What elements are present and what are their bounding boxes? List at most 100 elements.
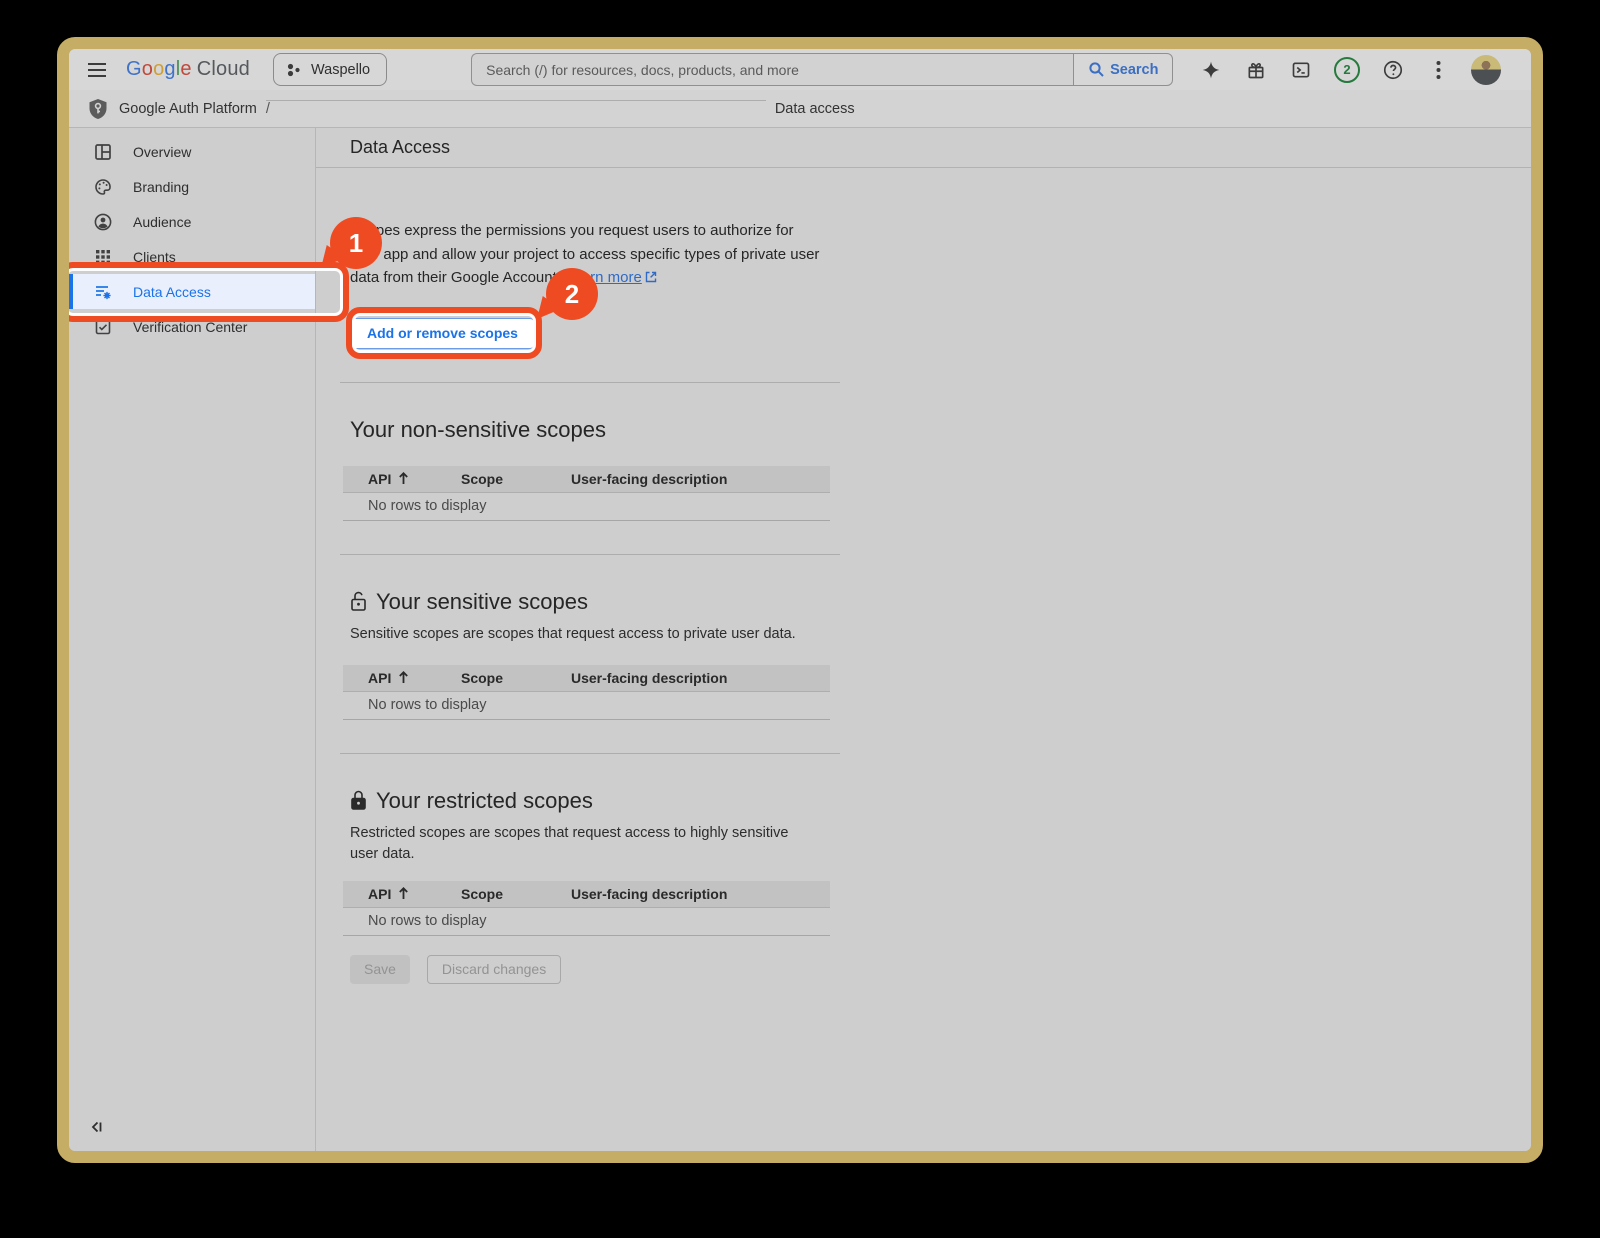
sort-arrow-icon <box>398 887 409 900</box>
cloud-shell-icon[interactable] <box>1289 58 1313 82</box>
logo-letter: o <box>153 58 164 81</box>
main-content: Data Access Scopes express the permissio… <box>316 128 1531 1151</box>
avatar[interactable] <box>1471 55 1501 85</box>
topbar-icons: 2 <box>1199 55 1501 85</box>
column-api[interactable]: API <box>343 471 461 487</box>
search-icon <box>1088 61 1105 78</box>
sidebar-item-label: Data Access <box>133 284 211 300</box>
overview-icon <box>93 143 113 161</box>
column-api[interactable]: API <box>343 886 461 902</box>
gemini-sparkle-icon[interactable] <box>1199 58 1223 82</box>
active-sessions-badge[interactable]: 2 <box>1334 57 1360 83</box>
section-title: Your restricted scopes <box>350 788 1531 814</box>
sort-arrow-icon <box>398 671 409 684</box>
sidebar-item-data-access[interactable]: Data Access <box>69 274 315 309</box>
sidebar-item-verification-center[interactable]: Verification Center <box>69 309 315 344</box>
lock-icon <box>350 790 367 811</box>
sidebar-item-label: Branding <box>133 179 189 195</box>
column-scope[interactable]: Scope <box>461 471 571 487</box>
table-header: API Scope User-facing description <box>343 466 830 493</box>
gift-icon[interactable] <box>1244 58 1268 82</box>
section-title-text: Your sensitive scopes <box>376 589 588 615</box>
sidebar-item-clients[interactable]: Clients <box>69 239 315 274</box>
screenshot-background: Google Cloud Waspello <box>0 0 1600 1238</box>
section-title-text: Your non-sensitive scopes <box>350 417 606 443</box>
project-selector[interactable]: Waspello <box>273 53 387 86</box>
breadcrumb-root[interactable]: Google Auth Platform <box>119 101 257 117</box>
column-description[interactable]: User-facing description <box>571 886 830 902</box>
empty-row: No rows to display <box>343 908 830 936</box>
section-description: Sensitive scopes are scopes that request… <box>350 624 812 645</box>
empty-row: No rows to display <box>343 493 830 521</box>
sidebar-item-label: Audience <box>133 214 191 230</box>
palette-icon <box>93 178 113 196</box>
lock-open-icon <box>350 591 367 612</box>
page-title-bar: Data Access <box>316 128 1531 168</box>
sidebar-item-audience[interactable]: Audience <box>69 204 315 239</box>
annotation-step2-badge: 2 <box>546 268 598 320</box>
sort-arrow-icon <box>398 472 409 485</box>
auth-platform-shield-icon <box>88 98 108 120</box>
breadcrumb-separator: / <box>266 100 766 117</box>
apps-grid-icon <box>93 249 113 265</box>
section-description: Restricted scopes are scopes that reques… <box>350 823 812 865</box>
sidebar: Overview Branding <box>69 128 316 1151</box>
section-title: Your sensitive scopes <box>350 589 1531 615</box>
scopes-table: API Scope User-facing description No row… <box>343 466 830 521</box>
column-description[interactable]: User-facing description <box>571 670 830 686</box>
column-scope[interactable]: Scope <box>461 886 571 902</box>
discard-changes-button[interactable]: Discard changes <box>427 955 561 984</box>
column-description[interactable]: User-facing description <box>571 471 830 487</box>
more-vert-icon[interactable] <box>1426 58 1450 82</box>
person-icon <box>93 213 113 231</box>
scopes-table: API Scope User-facing description No row… <box>343 881 830 936</box>
google-cloud-logo[interactable]: Google Cloud <box>126 58 250 81</box>
breadcrumb: Google Auth Platform / Data access <box>69 90 1531 128</box>
logo-letter: o <box>142 58 153 81</box>
collapse-sidebar-icon[interactable] <box>89 1119 105 1135</box>
external-link-icon <box>645 271 657 283</box>
data-access-icon <box>93 283 113 301</box>
logo-letter: G <box>126 58 142 81</box>
menu-icon[interactable] <box>85 58 109 82</box>
search-button[interactable]: Search <box>1073 53 1173 86</box>
project-name: Waspello <box>311 62 370 78</box>
save-button[interactable]: Save <box>350 955 410 984</box>
search-bar: Search <box>471 53 1173 86</box>
scopes-table: API Scope User-facing description No row… <box>343 665 830 720</box>
browser-window: Google Cloud Waspello <box>57 37 1543 1163</box>
table-header: API Scope User-facing description <box>343 881 830 908</box>
search-button-label: Search <box>1110 62 1158 78</box>
divider <box>340 554 840 555</box>
breadcrumb-current: Data access <box>775 101 855 117</box>
section-title: Your non-sensitive scopes <box>350 417 1531 443</box>
sidebar-item-label: Overview <box>133 144 191 160</box>
section-title-text: Your restricted scopes <box>376 788 593 814</box>
sidebar-item-label: Clients <box>133 249 176 265</box>
sidebar-item-label: Verification Center <box>133 319 247 335</box>
add-or-remove-scopes-button[interactable]: Add or remove scopes <box>350 318 535 349</box>
table-header: API Scope User-facing description <box>343 665 830 692</box>
verified-checkbox-icon <box>93 319 113 335</box>
top-app-bar: Google Cloud Waspello <box>69 49 1531 90</box>
non-sensitive-scopes-section: Your non-sensitive scopes API Scope User… <box>350 417 1531 521</box>
form-actions: Save Discard changes <box>350 955 1531 984</box>
divider <box>340 382 840 383</box>
page-title: Data Access <box>350 137 450 158</box>
logo-cloud-text: Cloud <box>197 58 250 81</box>
window-content: Google Cloud Waspello <box>69 49 1531 1151</box>
logo-letter: g <box>164 58 175 81</box>
sidebar-item-overview[interactable]: Overview <box>69 134 315 169</box>
search-input[interactable] <box>471 53 1073 86</box>
empty-row: No rows to display <box>343 692 830 720</box>
column-api[interactable]: API <box>343 670 461 686</box>
restricted-scopes-section: Your restricted scopes Restricted scopes… <box>350 788 1531 936</box>
column-scope[interactable]: Scope <box>461 670 571 686</box>
annotation-step1-badge: 1 <box>330 217 382 269</box>
sidebar-item-branding[interactable]: Branding <box>69 169 315 204</box>
logo-letter: e <box>180 58 191 81</box>
help-icon[interactable] <box>1381 58 1405 82</box>
sensitive-scopes-section: Your sensitive scopes Sensitive scopes a… <box>350 589 1531 720</box>
project-icon <box>286 62 302 78</box>
divider <box>340 753 840 754</box>
